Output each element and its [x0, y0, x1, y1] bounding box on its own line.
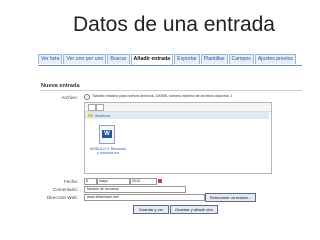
file-manager[interactable]: Archivos W MÓDULO 3. Recursos y módulos.…	[84, 102, 272, 174]
tab-campos[interactable]: Campos	[228, 54, 254, 64]
calendar-icon[interactable]	[158, 179, 162, 183]
select-link-button[interactable]: Seleccione un enlace...	[205, 193, 256, 202]
tab-ver-uno-por-uno[interactable]: Ver uno por uno	[63, 54, 107, 64]
tab-plantillas[interactable]: Plantillas	[200, 54, 228, 64]
comentario-label: Comentario:	[52, 187, 78, 192]
archivo-label: Archivo:	[61, 95, 78, 100]
tab-ver-lista[interactable]: Ver lista	[38, 54, 63, 64]
folder-path[interactable]: Archivos	[85, 112, 269, 119]
fecha-label: Fecha:	[63, 179, 78, 184]
fecha-month-select[interactable]: mayo	[97, 178, 130, 185]
archivo-hint: Tamaño máximo para nuevos archivos: 100M…	[92, 94, 233, 98]
section-title: Nueva entrada	[41, 83, 80, 89]
folder-icon	[88, 114, 93, 118]
save-and-add-another-button[interactable]: Guardar y añadir otro	[170, 205, 218, 214]
fecha-year-select[interactable]: 2014	[130, 178, 157, 185]
direccion-web-label: Dirección Web:	[46, 195, 78, 200]
info-icon: i	[84, 94, 90, 100]
section-divider	[40, 90, 302, 91]
save-and-view-button[interactable]: Guardar y ver	[133, 205, 169, 214]
word-document-icon[interactable]: W	[99, 125, 115, 144]
tab-anadir-entrada[interactable]: Añadir entrada	[130, 54, 174, 65]
fecha-day-select[interactable]: 8	[84, 178, 97, 185]
direccion-web-field[interactable]: www.slideshare.net/	[84, 194, 205, 201]
tab-ajustes-previos[interactable]: Ajustes previos	[254, 54, 297, 64]
add-file-icon[interactable]	[88, 104, 96, 111]
folder-label: Archivos	[95, 113, 111, 118]
word-badge: W	[102, 130, 112, 138]
file-manager-toolbar	[85, 103, 271, 112]
create-folder-icon[interactable]	[96, 104, 104, 111]
comentario-field[interactable]: Módulo de recursos	[84, 186, 186, 193]
tab-exportar[interactable]: Exportar	[174, 54, 200, 64]
slide-title: Datos de una entrada	[73, 13, 275, 36]
tab-bar: Ver lista Ver uno por uno Buscar Añadir …	[38, 54, 302, 66]
file-name[interactable]: MÓDULO 3. Recursos y módulos.sxr	[89, 147, 127, 156]
tab-buscar[interactable]: Buscar	[107, 54, 130, 64]
